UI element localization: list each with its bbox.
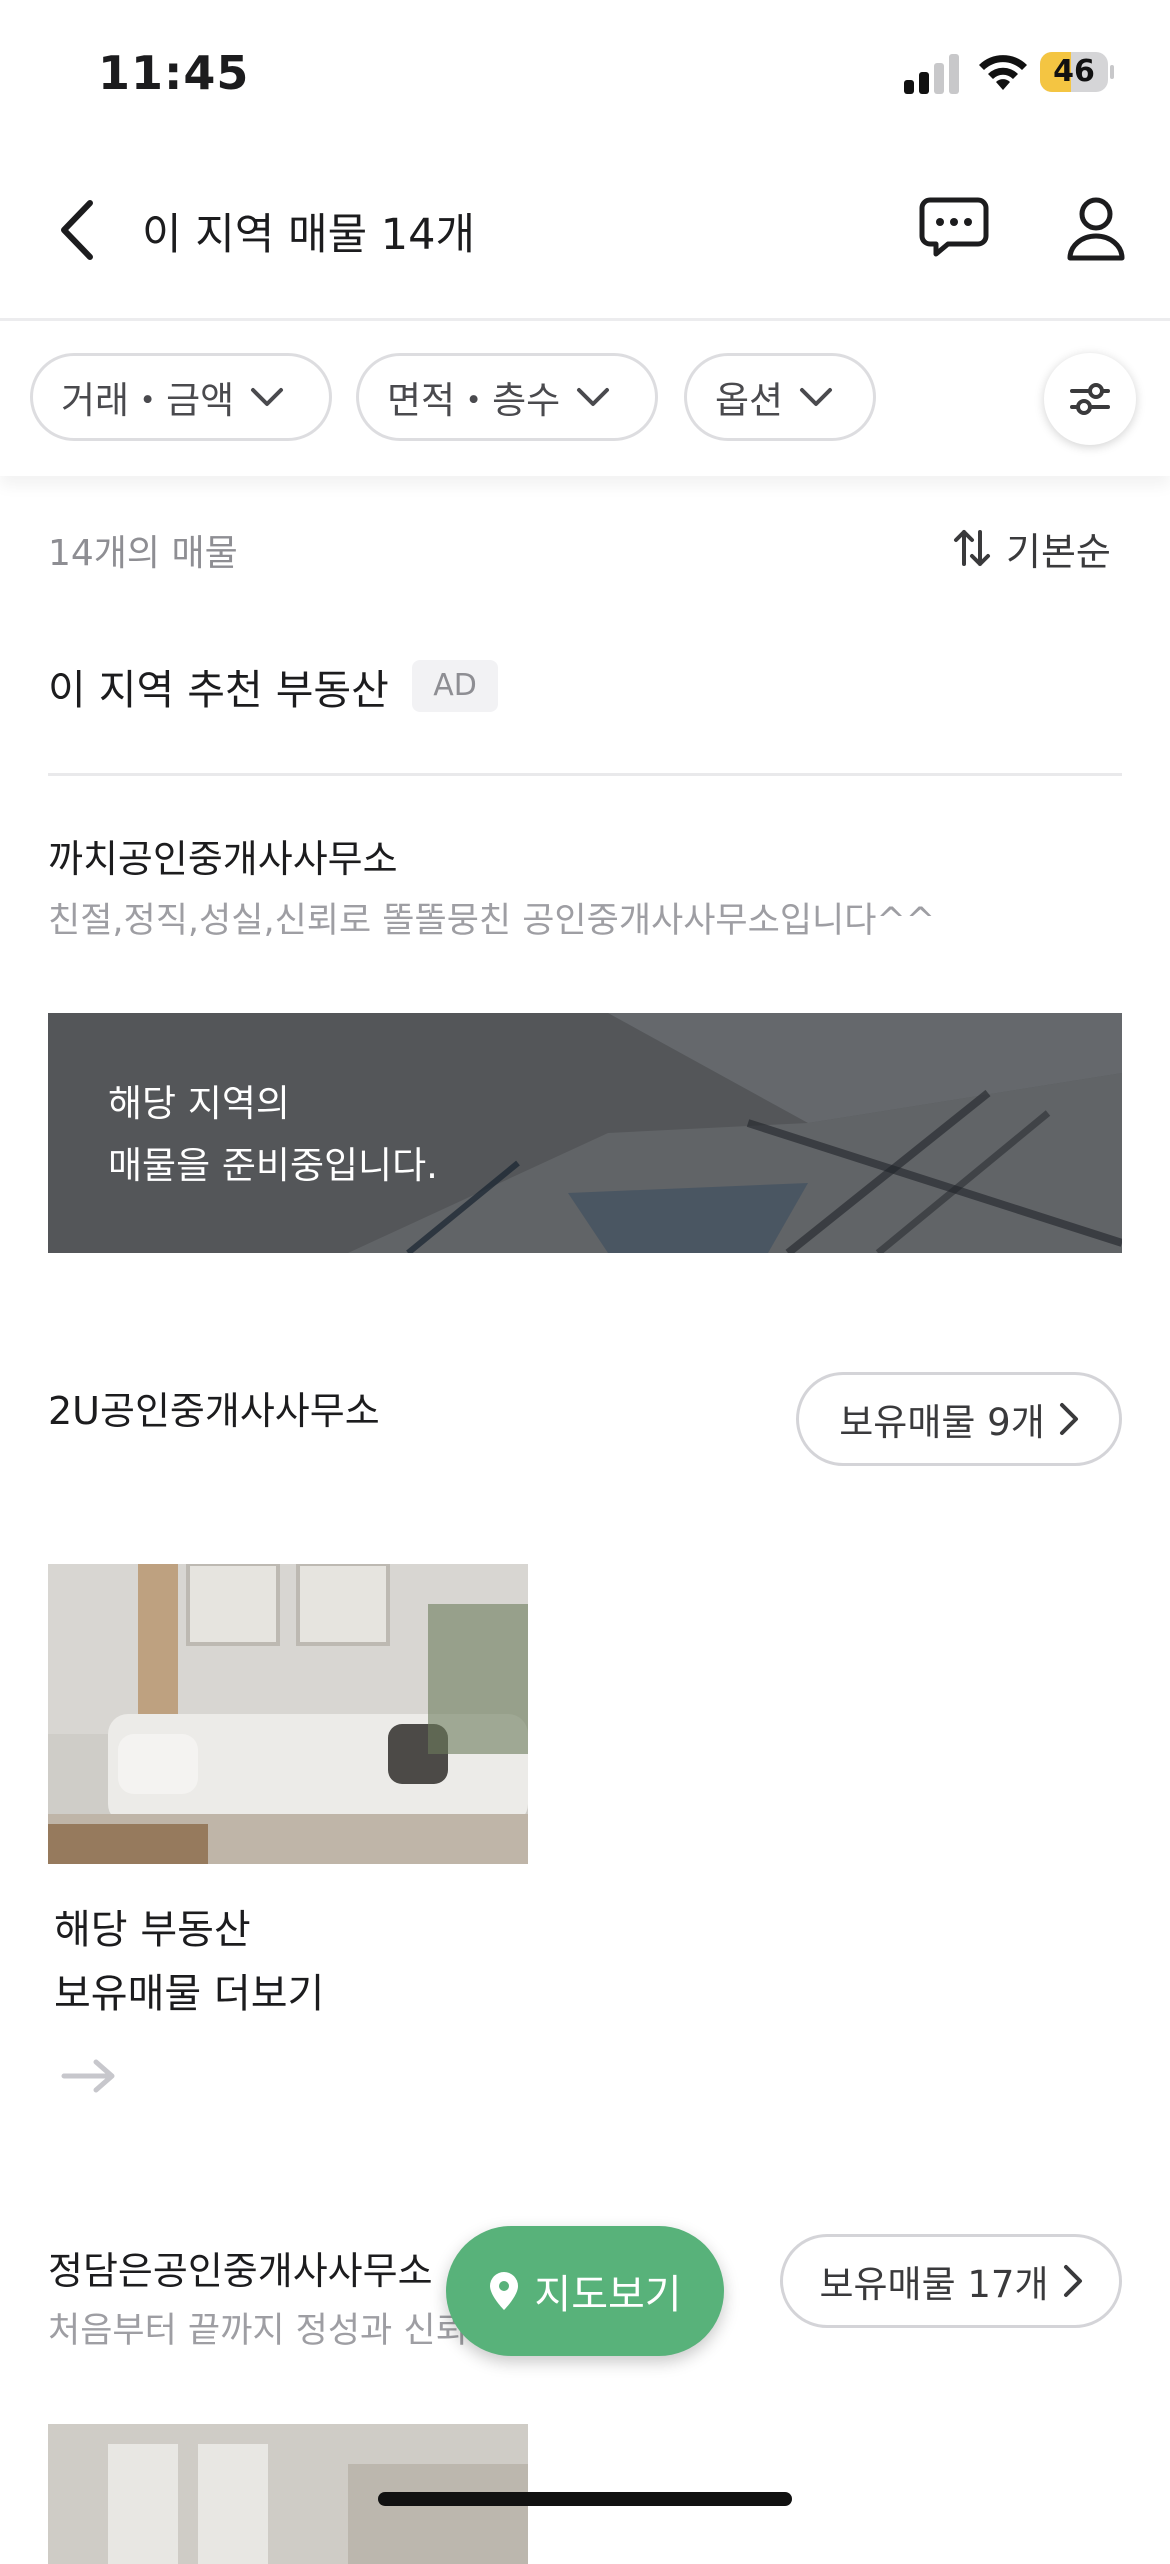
status-time: 11:45: [98, 46, 250, 100]
back-button[interactable]: [48, 195, 108, 265]
battery-level: 46: [1053, 54, 1095, 89]
holdings-button[interactable]: 보유매물 9개: [796, 1372, 1122, 1466]
filter-bar: 거래・금액 면적・층수 옵션: [0, 321, 1170, 476]
chevron-right-icon: [1059, 1403, 1078, 1435]
filter-chip-area-floor[interactable]: 면적・층수: [356, 353, 658, 441]
agency-name[interactable]: 정담은공인중개사사무소: [48, 2240, 433, 2295]
listing-count: 14개의 매물: [48, 533, 238, 574]
profile-button[interactable]: [1064, 196, 1128, 262]
chevron-down-icon: [251, 388, 284, 406]
sliders-icon: [1070, 383, 1110, 415]
section-title: 이 지역 추천 부동산: [48, 666, 389, 714]
map-pin-icon: [490, 2272, 519, 2310]
listing-photo[interactable]: [48, 1564, 528, 1864]
sort-label: 기본순: [1006, 529, 1111, 574]
holdings-button-label: 보유매물 9개: [839, 1401, 1045, 1444]
filter-chip-label: 거래・금액: [61, 379, 235, 422]
chat-button[interactable]: [918, 196, 990, 260]
agency-name[interactable]: 2U공인중개사사무소: [48, 1380, 380, 1435]
sort-button[interactable]: 기본순: [952, 520, 1111, 576]
agency-name[interactable]: 까치공인중개사사무소: [48, 828, 398, 883]
section-divider: [48, 773, 1122, 776]
battery-indicator: 46: [1040, 52, 1114, 92]
chevron-right-icon: [1063, 2265, 1082, 2297]
living-room-image: [48, 1564, 528, 1864]
map-view-label: 지도보기: [534, 2272, 682, 2318]
holdings-button[interactable]: 보유매물 17개: [780, 2234, 1122, 2328]
home-indicator[interactable]: [378, 2492, 792, 2506]
agency-description: 친절,정직,성실,신뢰로 똘똘뭉친 공인중개사사무소입니다^^: [48, 901, 936, 941]
more-listings-text[interactable]: 해당 부동산 보유매물 더보기: [54, 1898, 324, 2026]
filter-chip-label: 옵션: [715, 379, 784, 422]
page-title: 이 지역 매물 14개: [142, 210, 476, 260]
cellular-signal-icon: [904, 54, 960, 94]
map-view-button[interactable]: 지도보기: [446, 2226, 724, 2356]
holdings-button-label: 보유매물 17개: [819, 2263, 1049, 2306]
sort-arrows-icon: [954, 530, 990, 566]
filter-chip-label: 면적・층수: [387, 379, 561, 422]
chevron-down-icon: [577, 388, 610, 406]
filter-settings-button[interactable]: [1044, 353, 1136, 445]
banner-text: 해당 지역의 매물을 준비중입니다.: [108, 1082, 438, 1187]
chevron-down-icon: [800, 388, 833, 406]
wifi-icon: [979, 55, 1027, 90]
filter-chip-options[interactable]: 옵션: [684, 353, 876, 441]
filter-chip-deal-price[interactable]: 거래・금액: [30, 353, 332, 441]
ad-badge: AD: [412, 660, 498, 712]
agency-banner[interactable]: 해당 지역의 매물을 준비중입니다.: [48, 1013, 1122, 1253]
arrow-right-icon[interactable]: [60, 2056, 120, 2096]
